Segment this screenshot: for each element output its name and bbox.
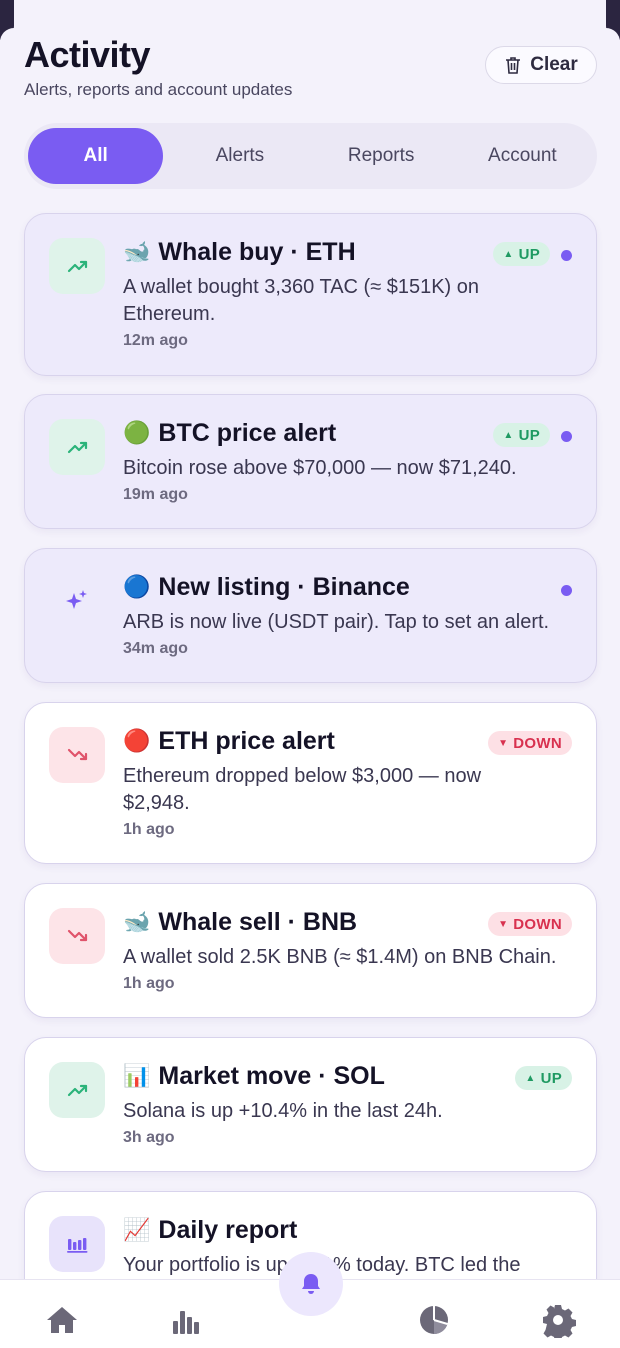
notification-body-text: ARB is now live (USDT pair). Tap to set … [123,611,550,633]
notification-time: 12m ago [123,332,188,349]
badge-label: UP [518,426,540,444]
notification-body: Bitcoin rose above $70,000 — now $71,240… [123,455,583,506]
unread-dot [561,250,572,261]
unread-dot [561,585,572,596]
trend-icon-box [49,727,105,783]
unread-dot [561,431,572,442]
notification-card[interactable]: 📊 Market move · SOL ▲ UP Solana is up +10… [24,1037,597,1172]
sparkles-icon [66,590,87,609]
screen-corner-right [606,0,620,42]
badge-label: UP [540,1069,562,1087]
tab-all[interactable]: All [28,128,164,184]
whale-emoji: 🐋 [123,240,151,265]
notification-title: 📊 Market move · SOL [123,1062,385,1091]
page-header: Activity Alerts, reports and account upd… [24,34,292,100]
bar-chart-icon [67,1238,88,1253]
bar-chart-emoji: 📊 [123,1064,151,1089]
clear-button-label: Clear [530,54,578,75]
notification-body-text: Solana is up +10.4% in the last 24h. [123,1100,443,1122]
notification-time: 34m ago [123,640,188,657]
notification-title-text: Whale sell · BNB [158,908,358,936]
notification-body: A wallet bought 3,360 TAC (≈ $151K) on E… [123,274,563,352]
screen-corner-left [0,0,14,42]
bell-icon [302,1274,320,1294]
badge-label: DOWN [513,915,562,933]
notification-time: 3h ago [123,1129,175,1146]
bar-chart-icon [173,1311,199,1334]
notification-body: A wallet sold 2.5K BNB (≈ $1.4M) on BNB … [123,944,583,995]
trending-up-icon [67,1084,88,1097]
notification-body: Your portfolio is up +2.1% today. BTC le… [123,1252,583,1279]
whale-emoji: 🐋 [123,910,151,935]
page-subtitle: Alerts, reports and account updates [24,80,293,99]
trending-up-icon [67,441,88,454]
notification-card[interactable]: 🐋 Whale buy · ETH ▲ UP A wallet bought 3,… [24,213,597,376]
nav-home[interactable] [42,1300,82,1340]
tab-account[interactable]: Account [452,128,593,184]
notification-card[interactable]: 🐋 Whale sell · BNB ▼ DOWN A wallet sold 2… [24,883,597,1018]
green-circle-emoji: 🟢 [123,421,151,446]
notification-title-text: New listing · Binance [158,573,410,601]
notification-time: 1h ago [123,821,175,838]
notification-title: 🐋 Whale buy · ETH [123,238,356,267]
notification-body-text: A wallet sold 2.5K BNB (≈ $1.4M) on BNB … [123,946,557,968]
pie-chart-icon [420,1306,448,1335]
trash-icon [506,57,521,74]
trend-icon-box [49,238,105,294]
notification-body-text: A wallet bought 3,360 TAC (≈ $151K) on E… [123,276,480,325]
trending-down-icon [67,929,88,942]
sparkles-icon-box [49,573,105,629]
settings-gear-icon [543,1305,576,1338]
notification-body: Ethereum dropped below $3,000 — now $2,9… [123,763,533,841]
tab-alerts[interactable]: Alerts [169,128,310,184]
notification-title-text: ETH price alert [158,727,335,755]
notification-time: 19m ago [123,486,188,503]
clear-button[interactable]: Clear [485,46,597,84]
trend-icon-box [49,1062,105,1118]
home-icon [47,1307,77,1333]
activity-screen: Activity Alerts, reports and account upd… [0,0,620,1348]
notification-title-text: Daily report [158,1216,298,1244]
status-badge-up: ▲ UP [493,242,550,266]
status-badge-down: ▼ DOWN [488,912,572,936]
notification-card[interactable]: 🔵 New listing · Binance ARB is now live … [24,548,597,683]
notification-title-text: Market move · SOL [158,1062,385,1090]
notification-title-text: Whale buy · ETH [158,238,356,266]
badge-label: DOWN [513,734,562,752]
nav-settings[interactable] [538,1300,578,1340]
notification-card[interactable]: 🔴 ETH price alert ▼ DOWN Ethereum dropped… [24,702,597,864]
chart-up-emoji: 📈 [123,1218,151,1243]
trend-icon-box [49,908,105,964]
filter-tabs: All Alerts Reports Account [24,123,597,189]
notification-body-text: Your portfolio is up +2.1% today. BTC le… [123,1254,521,1276]
notification-title-text: BTC price alert [158,419,337,447]
nav-markets[interactable] [166,1300,206,1340]
notification-time: 1h ago [123,975,175,992]
trending-down-icon [67,748,88,761]
blue-circle-emoji: 🔵 [123,575,151,600]
trending-up-icon [67,260,88,273]
nav-notifications[interactable] [279,1252,343,1316]
notification-title: 📈 Daily report [123,1216,297,1245]
page-title: Activity [24,34,151,75]
status-badge-up: ▲ UP [493,423,550,447]
status-badge-down: ▼ DOWN [488,731,572,755]
notification-body-text: Ethereum dropped below $3,000 — now $2,9… [123,765,482,814]
notification-title: 🔵 New listing · Binance [123,573,410,602]
notification-title: 🔴 ETH price alert [123,727,335,756]
tab-reports[interactable]: Reports [311,128,452,184]
red-circle-emoji: 🔴 [123,729,151,754]
notification-card[interactable]: 🟢 BTC price alert ▲ UP Bitcoin rose above… [24,394,597,529]
notification-title: 🐋 Whale sell · BNB [123,908,357,937]
trend-icon-box [49,419,105,475]
notification-body: ARB is now live (USDT pair). Tap to set … [123,609,583,660]
report-icon-box [49,1216,105,1272]
status-badge-up: ▲ UP [515,1066,572,1090]
notification-body-text: Bitcoin rose above $70,000 — now $71,240… [123,457,517,479]
badge-label: UP [518,245,540,263]
notification-body: Solana is up +10.4% in the last 24h. 3h … [123,1098,583,1149]
nav-portfolio[interactable] [414,1300,454,1340]
notification-title: 🟢 BTC price alert [123,419,336,448]
